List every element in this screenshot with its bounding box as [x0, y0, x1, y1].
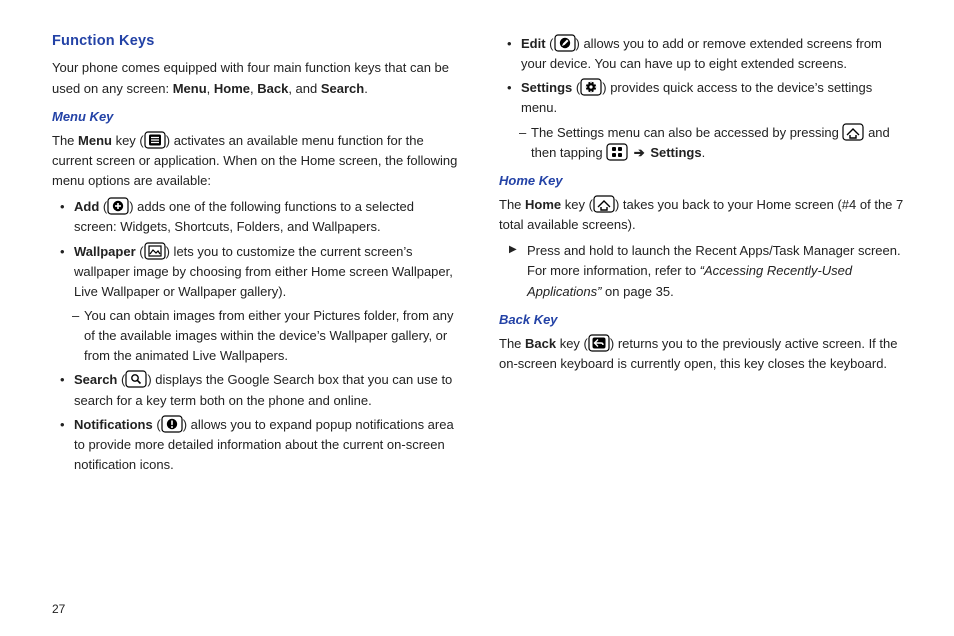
home-icon: [842, 123, 864, 141]
option-label: Notifications: [74, 417, 153, 432]
list-item: Search () displays the Google Search box…: [52, 370, 459, 410]
text: The: [499, 197, 525, 212]
key-name: Back: [525, 336, 556, 351]
key-name: Menu: [173, 81, 207, 96]
text: (: [153, 417, 161, 432]
page-number: 27: [52, 602, 906, 616]
key-name: Home: [525, 197, 561, 212]
text: (: [546, 36, 554, 51]
paragraph: The Home key () takes you back to your H…: [499, 195, 906, 235]
apps-grid-icon: [606, 143, 628, 161]
back-icon: [588, 334, 610, 352]
option-label: Wallpaper: [74, 244, 136, 259]
text: (: [99, 199, 107, 214]
text: .: [702, 145, 706, 160]
list-item: Add () adds one of the following functio…: [52, 197, 459, 237]
intro-paragraph: Your phone comes equipped with four main…: [52, 58, 459, 98]
text: The: [52, 133, 78, 148]
paragraph: The Menu key () activates an available m…: [52, 131, 459, 191]
option-label: Search: [74, 372, 117, 387]
text: key (: [561, 197, 593, 212]
section-heading: Function Keys: [52, 30, 459, 52]
text: (: [117, 372, 125, 387]
list-subitem: You can obtain images from either your P…: [52, 306, 459, 366]
text: on page 35.: [601, 284, 673, 299]
step-item: Press and hold to launch the Recent Apps…: [499, 241, 906, 301]
sub-heading: Back Key: [499, 310, 906, 330]
list-subitem: The Settings menu can also be accessed b…: [499, 123, 906, 163]
text: You can obtain images from either your P…: [84, 308, 453, 363]
pencil-icon: [554, 34, 576, 52]
key-name: Home: [214, 81, 250, 96]
text: .: [364, 81, 368, 96]
key-name: Back: [257, 81, 288, 96]
key-name: Search: [321, 81, 364, 96]
paragraph: The Back key () returns you to the previ…: [499, 334, 906, 374]
text: key (: [112, 133, 144, 148]
list-item: Notifications () allows you to expand po…: [52, 415, 459, 475]
list-item: Wallpaper () lets you to customize the c…: [52, 242, 459, 302]
info-icon: [161, 415, 183, 433]
sub-heading: Home Key: [499, 171, 906, 191]
home-icon: [593, 195, 615, 213]
left-column: Function Keys Your phone comes equipped …: [52, 30, 459, 588]
text: key (: [556, 336, 588, 351]
text: Settings: [650, 145, 701, 160]
picture-icon: [144, 242, 166, 260]
menu-icon: [144, 131, 166, 149]
arrow-icon: ➔: [628, 145, 650, 160]
option-label: Settings: [521, 80, 572, 95]
text: ) allows you to add or remove extended s…: [521, 36, 882, 71]
manual-page: Function Keys Your phone comes equipped …: [0, 0, 954, 636]
list-item: Edit () allows you to add or remove exte…: [499, 34, 906, 74]
text: (: [136, 244, 144, 259]
search-icon: [125, 370, 147, 388]
key-name: Menu: [78, 133, 112, 148]
list-item: Settings () provides quick access to the…: [499, 78, 906, 118]
sub-heading: Menu Key: [52, 107, 459, 127]
text: (: [572, 80, 580, 95]
option-label: Edit: [521, 36, 546, 51]
two-column-layout: Function Keys Your phone comes equipped …: [52, 30, 906, 588]
text: The Settings menu can also be accessed b…: [531, 125, 842, 140]
gear-icon: [580, 78, 602, 96]
text: Your phone comes equipped with four main…: [52, 60, 449, 95]
plus-icon: [107, 197, 129, 215]
option-label: Add: [74, 199, 99, 214]
right-column: Edit () allows you to add or remove exte…: [499, 30, 906, 588]
text: The: [499, 336, 525, 351]
